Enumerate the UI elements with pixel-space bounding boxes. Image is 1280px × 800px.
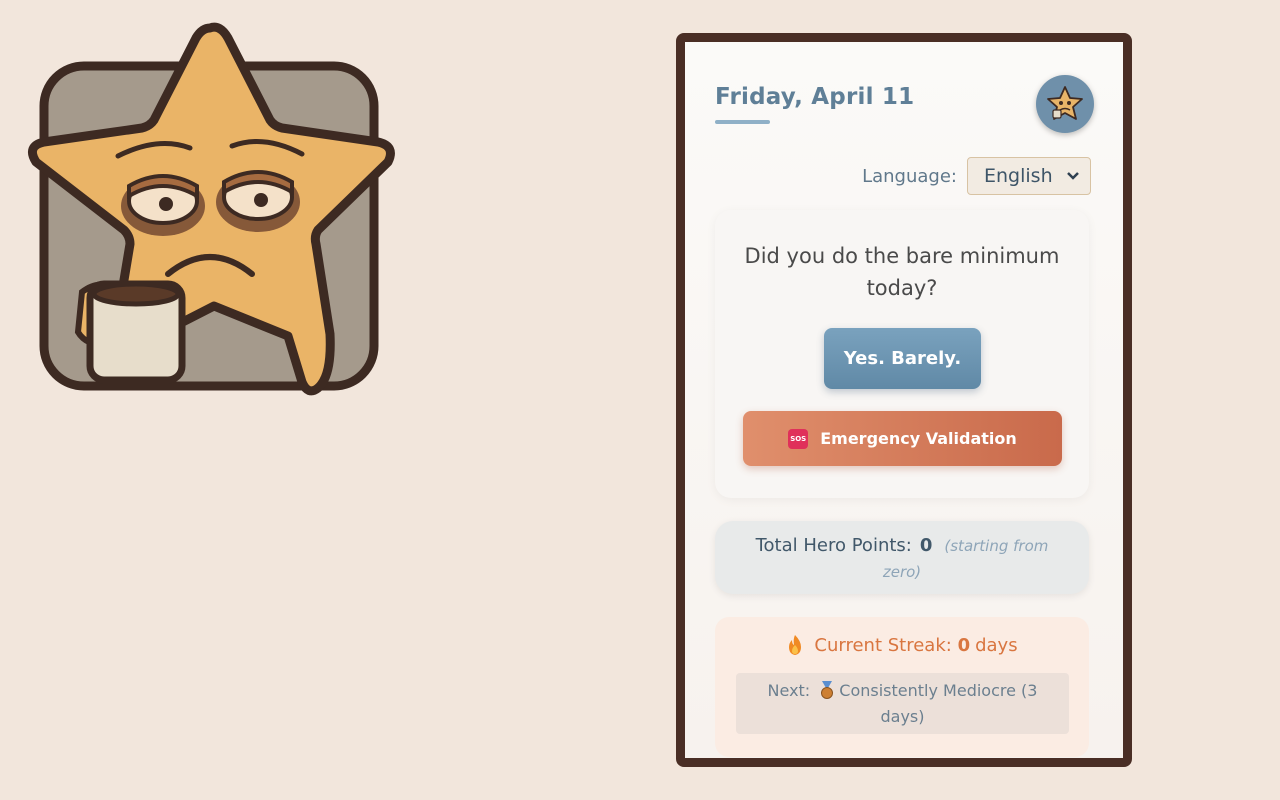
chevron-down-icon: [1067, 172, 1079, 180]
language-select[interactable]: English: [967, 157, 1091, 195]
streak-card: Current Streak: 0 days Next: Consistently…: [715, 617, 1089, 757]
next-prefix: Next:: [767, 681, 811, 700]
date-underline: [715, 120, 770, 124]
emergency-validation-label: Emergency Validation: [820, 429, 1017, 448]
streak-unit: days: [975, 634, 1018, 656]
mascot-star-icon: [18, 16, 406, 404]
checkin-question: Did you do the bare minimum today?: [744, 244, 1060, 300]
emergency-validation-button[interactable]: SOS Emergency Validation: [743, 411, 1062, 466]
extension-popup: Friday, April 11 Language: English Did y…: [676, 33, 1132, 767]
yes-barely-button[interactable]: Yes. Barely.: [824, 328, 981, 389]
header: Friday, April 11: [715, 75, 1094, 134]
sos-icon: SOS: [788, 428, 809, 449]
streak-line: Current Streak: 0 days: [715, 634, 1089, 656]
points-note: (starting from: [944, 537, 1049, 555]
points-value: 0: [919, 535, 933, 556]
checkin-card: Did you do the bare minimum today? Yes. …: [715, 210, 1089, 498]
language-row: Language: English: [862, 157, 1091, 195]
points-label: Total Hero Points:: [755, 535, 912, 556]
language-label: Language:: [862, 165, 957, 187]
points-line: Total Hero Points: 0 (starting from: [715, 535, 1089, 556]
medal-icon: [821, 681, 834, 699]
streak-label: Current Streak:: [814, 634, 952, 656]
next-label: Consistently Mediocre (3: [839, 681, 1038, 700]
next-label-continued: days): [880, 707, 925, 726]
fire-icon: [789, 635, 802, 655]
avatar-star-icon[interactable]: [1036, 75, 1094, 133]
language-selected-value: English: [984, 165, 1053, 187]
streak-value: 0: [957, 634, 971, 656]
next-milestone: Next: Consistently Mediocre (3 days): [736, 673, 1069, 734]
hero-points-card: Total Hero Points: 0 (starting from zero): [715, 521, 1089, 594]
points-note-continued: zero): [882, 563, 922, 581]
